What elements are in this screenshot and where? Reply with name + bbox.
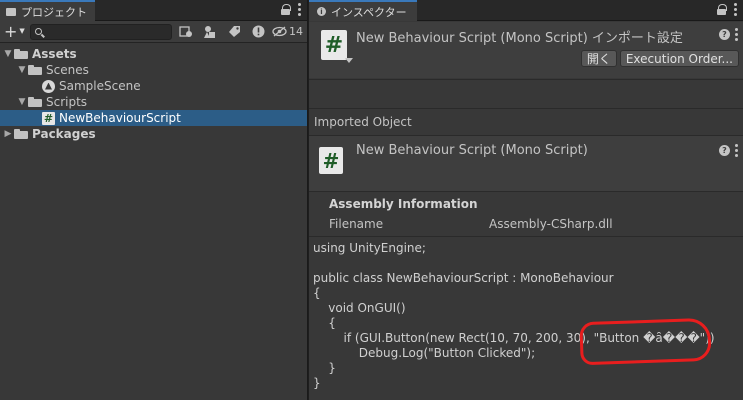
tree-item-samplescene[interactable]: SampleScene [0,78,307,94]
filename-value: Assembly-CSharp.dll [489,217,613,231]
script-asset-icon: # [319,147,343,174]
chevron-down-icon[interactable]: ▼ [16,65,28,75]
tree-item-label: Scripts [46,95,88,109]
script-asset-icon: # [321,30,347,60]
assembly-heading: Assembly Information [329,197,478,211]
help-icon[interactable]: ? [719,145,730,156]
lock-icon[interactable] [717,4,727,15]
tree-item-label: Scenes [46,63,89,77]
tree-item-label: Packages [32,127,96,141]
kebab-menu-icon[interactable] [734,3,737,16]
important-filter-button[interactable] [248,23,268,41]
eye-slash-icon [272,26,287,37]
project-toolbar: + ▼ 14 [0,21,307,43]
folder-icon [28,65,42,75]
folder-icon [6,7,16,16]
tab-project[interactable]: プロジェクト [0,0,95,21]
project-search-input[interactable] [31,25,171,40]
header-buttons: 開く Execution Order... [580,50,739,67]
script-source-preview: using UnityEngine; public class NewBehav… [309,236,743,400]
hidden-packages-toggle[interactable]: 14 [272,25,303,38]
tree-item-label: Assets [32,47,77,61]
tree-item-label: NewBehaviourScript [59,111,181,125]
search-by-label-button[interactable] [200,23,220,41]
assembly-information: Assembly Information Filename Assembly-C… [309,193,743,235]
hidden-count: 14 [289,25,303,38]
tag-icon [228,26,240,37]
kebab-menu-icon[interactable] [735,144,738,157]
create-dropdown-button[interactable]: + ▼ [4,23,26,40]
tag-filter-button[interactable] [224,23,244,41]
chevron-down-icon[interactable]: ▼ [16,97,28,107]
tree-item-scenes[interactable]: ▼ Scenes [0,62,307,78]
inspector-tab-bar: i インスペクター [309,0,743,21]
chevron-down-icon[interactable]: ▼ [2,49,14,59]
folder-icon [14,129,28,139]
inspector-panel: i インスペクター # New Behaviour Script (Mono S… [309,0,743,400]
kebab-menu-icon[interactable] [298,3,301,16]
folder-icon [28,97,42,107]
project-search-box[interactable] [30,23,172,40]
tree-item-label: SampleScene [59,79,141,93]
search-icon [35,27,42,35]
source-code-text: using UnityEngine; public class NewBehav… [313,241,715,390]
open-button[interactable]: 開く [580,50,617,67]
imported-object-header: # New Behaviour Script (Mono Script) ? [309,136,743,192]
tree-item-assets[interactable]: ▼ Assets [0,46,307,62]
project-tab-bar: プロジェクト [0,0,307,21]
filename-label: Filename [329,217,384,231]
tab-project-label: プロジェクト [21,5,87,19]
search-by-type-button[interactable] [176,23,196,41]
alert-icon [252,25,264,38]
imported-object-title: New Behaviour Script (Mono Script) [356,143,588,158]
csharp-script-icon: # [42,111,55,125]
imported-object-label: Imported Object [314,115,412,129]
help-icon[interactable]: ? [719,29,730,40]
inspector-tab-controls [717,3,737,16]
lock-icon[interactable] [281,4,291,15]
chevron-right-icon[interactable]: ▶ [2,129,14,139]
project-tab-controls [281,3,301,16]
unity-scene-icon [42,79,55,93]
folder-icon [14,49,28,59]
tab-inspector[interactable]: i インスペクター [309,0,417,21]
import-settings-header: # New Behaviour Script (Mono Script) インポ… [309,22,743,78]
tab-inspector-label: インスペクター [331,5,407,19]
tree-item-packages[interactable]: ▶ Packages [0,126,307,142]
import-settings-body [309,79,743,109]
filter-type-icon [179,25,192,37]
shapes-icon [204,25,215,38]
tree-item-newbehaviourscript[interactable]: # NewBehaviourScript [0,110,307,126]
icon-dropdown-caret[interactable] [345,58,353,63]
import-settings-title: New Behaviour Script (Mono Script) インポート… [356,31,683,46]
execution-order-button[interactable]: Execution Order... [619,50,739,67]
project-tree: ▼ Assets ▼ Scenes SampleScene ▼ Scripts # NewBeh… [0,43,307,142]
info-icon: i [317,7,326,16]
project-panel: プロジェクト + ▼ 14 ▼ Assets ▼ Scenes SampleScene ▼ [0,0,308,400]
tree-item-scripts[interactable]: ▼ Scripts [0,94,307,110]
kebab-menu-icon[interactable] [735,28,738,41]
